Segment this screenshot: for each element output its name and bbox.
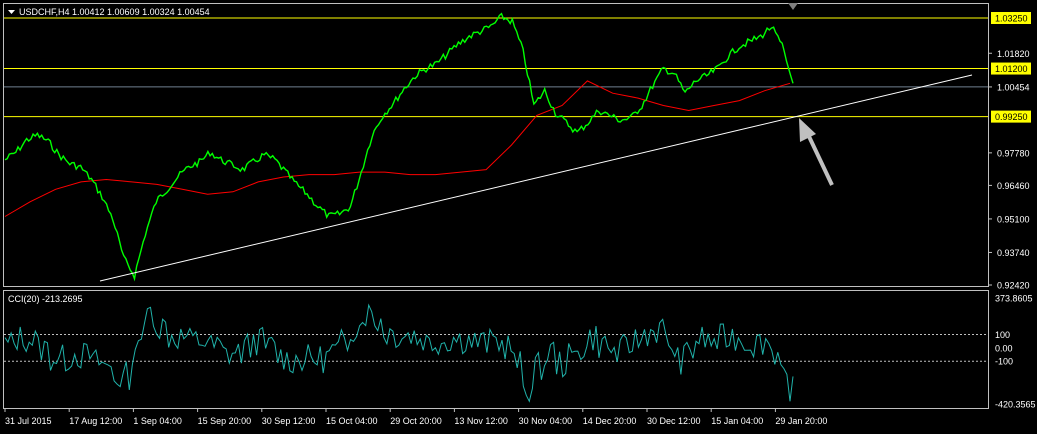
price-axis-label: 0.96460 bbox=[997, 181, 1030, 191]
cci-label: CCI(20) -213.2695 bbox=[8, 294, 83, 304]
time-axis-label: 15 Sep 20:00 bbox=[198, 416, 252, 426]
price-axis-label: 1.03250 bbox=[995, 14, 1028, 24]
price-axis-label: 1.01820 bbox=[997, 49, 1030, 59]
price-axis-label: 0.99250 bbox=[995, 112, 1028, 122]
main-panel bbox=[3, 3, 989, 287]
cci-axis-label: 100 bbox=[995, 330, 1010, 340]
price-chart: USDCHF,H4 1.00412 1.00609 1.00324 1.0045… bbox=[3, 3, 1036, 426]
price-axis-label: 0.92420 bbox=[997, 281, 1030, 291]
cci-panel bbox=[3, 290, 989, 409]
time-axis-label: 29 Oct 20:00 bbox=[390, 416, 442, 426]
time-axis-label: 30 Sep 12:00 bbox=[262, 416, 316, 426]
price-axis-label: 1.01200 bbox=[995, 64, 1028, 74]
time-axis-label: 15 Jan 04:00 bbox=[711, 416, 763, 426]
time-axis-label: 13 Nov 12:00 bbox=[454, 416, 508, 426]
cci-axis-label: -420.3565 bbox=[995, 400, 1036, 410]
cci-axis-label: 373.8605 bbox=[995, 294, 1033, 304]
time-axis: 31 Jul 2015 17 Aug 12:00 1 Sep 04:00 15 Sep… bbox=[4, 408, 827, 426]
time-axis-label: 29 Jan 20:00 bbox=[775, 416, 827, 426]
price-axis-label: 1.00454 bbox=[997, 82, 1030, 92]
time-axis-label: 17 Aug 12:00 bbox=[69, 416, 122, 426]
cci-axis: 373.8605 100 0.00 -100 -420.3565 bbox=[995, 294, 1036, 410]
price-axis-label: 0.93740 bbox=[997, 248, 1030, 258]
time-axis-label: 31 Jul 2015 bbox=[5, 416, 52, 426]
time-axis-label: 14 Dec 20:00 bbox=[583, 416, 637, 426]
price-axis: 1.03250 1.01820 1.01200 1.00454 0.99250 0.977… bbox=[988, 12, 1031, 291]
cci-axis-label: -100 bbox=[995, 357, 1013, 367]
cci-axis-label: 0.00 bbox=[995, 343, 1013, 353]
price-axis-label: 0.95100 bbox=[997, 214, 1030, 224]
time-axis-label: 1 Sep 04:00 bbox=[133, 416, 182, 426]
price-axis-label: 0.97780 bbox=[997, 148, 1030, 158]
time-axis-label: 30 Nov 04:00 bbox=[519, 416, 573, 426]
time-axis-label: 30 Dec 12:00 bbox=[647, 416, 701, 426]
chart-header: USDCHF,H4 1.00412 1.00609 1.00324 1.0045… bbox=[19, 7, 210, 17]
time-axis-label: 15 Oct 04:00 bbox=[326, 416, 378, 426]
